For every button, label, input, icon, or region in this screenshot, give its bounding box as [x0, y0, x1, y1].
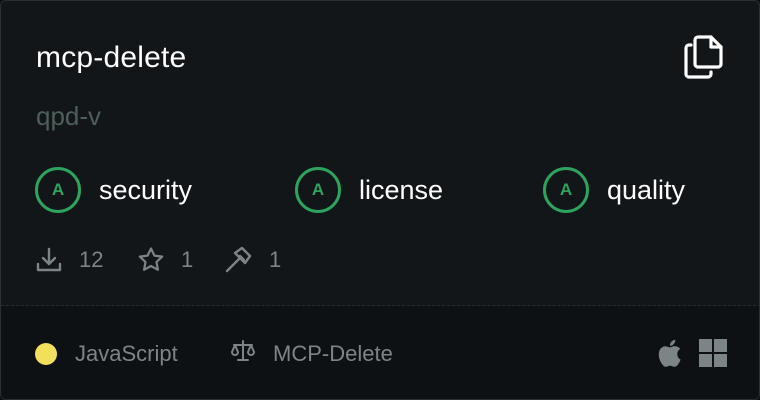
- hammer-icon: [223, 245, 253, 275]
- score-label: license: [359, 174, 444, 205]
- downloads-count: 12: [79, 247, 104, 272]
- apple-icon: [656, 337, 682, 369]
- downloads-stat: 12: [35, 244, 103, 276]
- windows-icon: [699, 337, 727, 369]
- card-footer: JavaScript MCP-Delete: [1, 306, 759, 399]
- license-label: MCP-Delete: [273, 341, 393, 366]
- server-card[interactable]: mcp-delete qpd-v A security A license A …: [0, 0, 760, 400]
- score-label: security: [99, 174, 193, 205]
- server-title[interactable]: mcp-delete: [36, 39, 186, 77]
- tools-count: 1: [269, 247, 282, 272]
- scale-icon: [230, 338, 256, 370]
- language-label: JavaScript: [75, 341, 178, 366]
- score-license: A license: [295, 166, 443, 214]
- copy-button[interactable]: [681, 34, 727, 85]
- stars-count: 1: [181, 247, 194, 272]
- tools-stat: 1: [223, 244, 281, 276]
- score-label: quality: [607, 174, 686, 205]
- author-name[interactable]: qpd-v: [36, 99, 101, 133]
- language-color-dot: [35, 343, 57, 365]
- stars-stat: 1: [137, 244, 193, 276]
- language-info: JavaScript: [35, 339, 178, 369]
- grade-badge: A: [543, 167, 589, 213]
- score-quality: A quality: [543, 166, 685, 214]
- license-info: MCP-Delete: [230, 339, 393, 369]
- grade-badge: A: [35, 167, 81, 213]
- score-security: A security: [35, 166, 192, 214]
- copy-icon: [683, 34, 725, 85]
- download-icon: [35, 246, 63, 274]
- grade-badge: A: [295, 167, 341, 213]
- star-icon: [137, 246, 165, 274]
